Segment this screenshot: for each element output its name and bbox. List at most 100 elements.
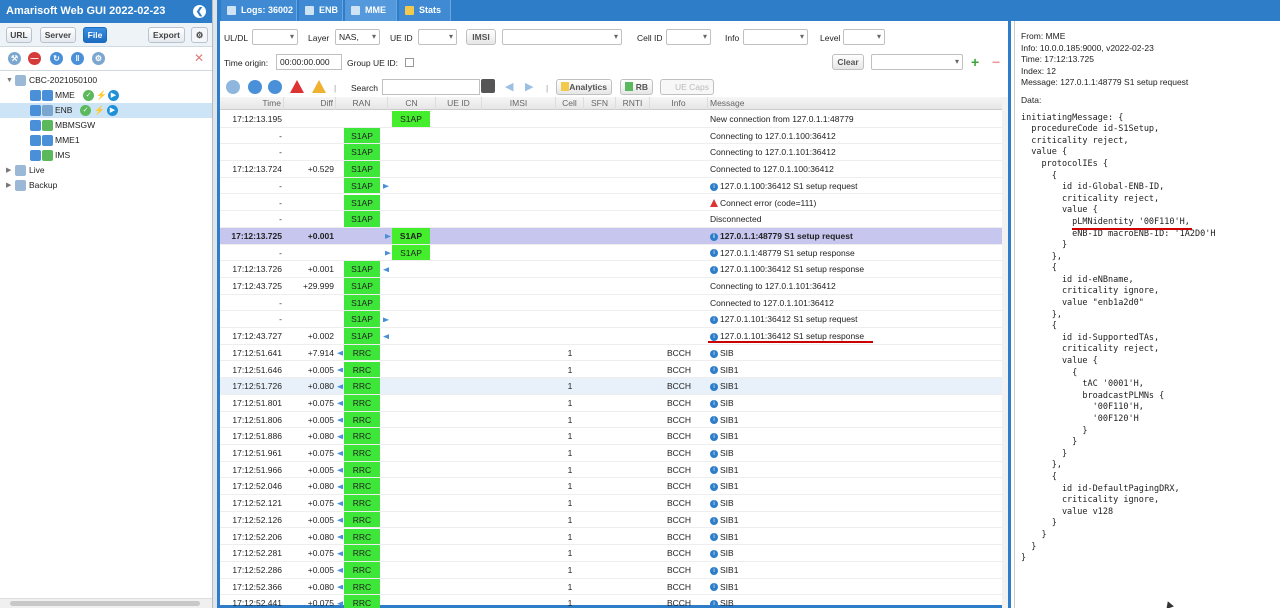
table-row[interactable]: - S1AP i 127.0.1.100:36412 S1 setup request: [220, 177, 1002, 195]
uecaps-button[interactable]: UE Caps: [660, 79, 714, 95]
tree-node-backup[interactable]: ▶ Backup: [0, 178, 212, 193]
stop-icon[interactable]: —: [28, 52, 41, 65]
table-row[interactable]: - S1AP Connect error (code=111): [220, 194, 1002, 212]
collapse-panel-icon[interactable]: ❮: [193, 5, 206, 18]
table-row[interactable]: 17:12:52.441 +0.075 1 BCCH RRC i SIB: [220, 595, 1002, 608]
table-row[interactable]: 17:12:51.966 +0.005 1 BCCH RRC i SIB1: [220, 461, 1002, 479]
table-row[interactable]: - S1AP Connecting to 127.0.1.101:36412: [220, 144, 1002, 162]
pause-icon[interactable]: ‖: [71, 52, 84, 65]
table-row[interactable]: 17:12:51.801 +0.075 1 BCCH RRC i SIB: [220, 394, 1002, 412]
col-diff[interactable]: Diff: [284, 97, 336, 110]
imsi-select[interactable]: [502, 29, 622, 45]
binoculars-icon[interactable]: [481, 79, 495, 93]
prev-match-icon[interactable]: ◀: [505, 80, 513, 93]
uldl-select[interactable]: [252, 29, 298, 45]
error-icon[interactable]: [290, 80, 304, 93]
play-icon[interactable]: ▶: [107, 105, 118, 116]
table-row[interactable]: 17:12:51.961 +0.075 1 BCCH RRC i SIB: [220, 445, 1002, 462]
tree-node-mbmsgw[interactable]: MBMSGW: [0, 118, 212, 133]
expand-down-icon[interactable]: ▼: [6, 73, 13, 88]
info-select[interactable]: [743, 29, 808, 45]
table-row[interactable]: - S1AP Disconnected: [220, 211, 1002, 228]
tree-node-live[interactable]: ▶ Live: [0, 163, 212, 178]
col-cn[interactable]: CN: [388, 97, 436, 110]
table-row[interactable]: 17:12:51.726 +0.080 1 BCCH RRC i SIB1: [220, 378, 1002, 395]
table-row[interactable]: 17:12:52.121 +0.075 1 BCCH RRC i SIB: [220, 495, 1002, 512]
col-time[interactable]: Time: [220, 97, 284, 110]
warning-icon[interactable]: [312, 80, 326, 93]
table-row[interactable]: 17:12:43.727 +0.002 S1AP i 127.0.1.101:36412…: [220, 328, 1002, 345]
clock-icon[interactable]: [226, 80, 240, 94]
table-row[interactable]: 17:12:51.806 +0.005 1 BCCH RRC i SIB1: [220, 411, 1002, 429]
server-button[interactable]: Server: [40, 27, 76, 43]
analytics-button[interactable]: Analytics: [556, 79, 612, 95]
expand-right-icon[interactable]: ▶: [6, 163, 11, 178]
export-button[interactable]: Export: [148, 27, 185, 43]
reload-icon[interactable]: ↻: [50, 52, 63, 65]
clear-button[interactable]: Clear: [832, 54, 864, 70]
tree-node-ims[interactable]: IMS: [0, 148, 212, 163]
table-row[interactable]: 17:12:43.725 +29.999 S1AP Connecting to 127…: [220, 278, 1002, 295]
arrow-right-icon[interactable]: [268, 80, 282, 94]
play-icon[interactable]: ▶: [108, 90, 119, 101]
table-row[interactable]: 17:12:13.726 +0.001 S1AP i 127.0.1.100:36412…: [220, 261, 1002, 278]
file-button[interactable]: File: [83, 27, 107, 43]
col-imsi[interactable]: IMSI: [482, 97, 556, 110]
col-cell[interactable]: Cell: [556, 97, 584, 110]
table-row[interactable]: 17:12:52.046 +0.080 1 BCCH RRC i SIB1: [220, 478, 1002, 496]
settings-icon[interactable]: ⚙: [92, 52, 105, 65]
expand-right-icon[interactable]: ▶: [6, 178, 11, 193]
tree-node-root[interactable]: ▼ CBC-2021050100: [0, 73, 212, 88]
tab-mme[interactable]: MME: [345, 0, 397, 21]
table-row[interactable]: - S1AP Connected to 127.0.1.101:36412: [220, 294, 1002, 312]
time-origin-input[interactable]: 00:00:00.000: [276, 54, 342, 70]
ueid-select[interactable]: [418, 29, 457, 45]
table-row[interactable]: 17:12:52.366 +0.080 1 BCCH RRC i SIB1: [220, 578, 1002, 596]
table-row[interactable]: 17:12:13.724 +0.529 S1AP Connected to 127.0…: [220, 161, 1002, 178]
add-icon[interactable]: +: [971, 54, 979, 70]
table-vertical-scrollbar[interactable]: [1002, 97, 1008, 608]
tree-node-mme[interactable]: MME ✓ ⚡ ▶: [0, 88, 212, 103]
rb-button[interactable]: RB: [620, 79, 653, 95]
tree-node-mme1[interactable]: MME1: [0, 133, 212, 148]
table-row[interactable]: - S1AP i 127.0.1.1:48779 S1 setup response: [220, 244, 1002, 262]
tab-logs[interactable]: Logs: 36002: [221, 0, 297, 21]
group-ueid-checkbox[interactable]: [405, 58, 414, 67]
table-row[interactable]: 17:12:52.286 +0.005 1 BCCH RRC i SIB1: [220, 561, 1002, 579]
close-icon[interactable]: ✕: [194, 51, 204, 65]
imsi-button[interactable]: IMSI: [466, 29, 496, 45]
table-row[interactable]: 17:12:51.641 +7.914 1 BCCH RRC i SIB: [220, 344, 1002, 362]
remove-icon[interactable]: −: [992, 54, 1000, 70]
url-button[interactable]: URL: [6, 27, 32, 43]
col-ran[interactable]: RAN: [336, 97, 388, 110]
tree-node-enb[interactable]: ENB ✓ ⚡ ▶: [0, 103, 212, 118]
level-select[interactable]: [843, 29, 885, 45]
layer-select[interactable]: NAS,: [335, 29, 380, 45]
tab-enb[interactable]: ENB: [299, 0, 343, 21]
col-info[interactable]: Info: [650, 97, 708, 110]
table-row[interactable]: 17:12:51.886 +0.080 1 BCCH RRC i SIB1: [220, 428, 1002, 445]
left-horizontal-scrollbar[interactable]: [0, 598, 212, 608]
bolt-icon: ⚡: [96, 90, 107, 100]
scrollbar-thumb[interactable]: [10, 601, 200, 606]
tab-stats[interactable]: Stats: [399, 0, 451, 21]
table-row[interactable]: 17:12:52.126 +0.005 1 BCCH RRC i SIB1: [220, 511, 1002, 529]
export-settings-icon[interactable]: ⚙: [191, 27, 208, 43]
table-row[interactable]: 17:12:13.725 +0.001 S1AP i 127.0.1.1:48779 S…: [220, 227, 1002, 245]
filter-preset-select[interactable]: [871, 54, 963, 70]
col-message[interactable]: Message: [708, 97, 1002, 110]
table-row[interactable]: - S1AP Connecting to 127.0.1.100:36412: [220, 127, 1002, 145]
tools-icon[interactable]: ⚒: [8, 52, 21, 65]
col-sfn[interactable]: SFN: [584, 97, 616, 110]
arrow-left-icon[interactable]: [248, 80, 262, 94]
table-row[interactable]: - S1AP i 127.0.1.101:36412 S1 setup request: [220, 311, 1002, 329]
table-row[interactable]: 17:12:52.281 +0.075 1 BCCH RRC i SIB: [220, 545, 1002, 562]
search-input[interactable]: [382, 79, 480, 95]
next-match-icon[interactable]: ▶: [525, 80, 533, 93]
col-rnti[interactable]: RNTI: [616, 97, 650, 110]
cellid-select[interactable]: [666, 29, 711, 45]
table-row[interactable]: 17:12:51.646 +0.005 1 BCCH RRC i SIB1: [220, 361, 1002, 379]
table-row[interactable]: 17:12:52.206 +0.080 1 BCCH RRC i SIB1: [220, 528, 1002, 546]
table-row[interactable]: 17:12:13.195 S1AP New connection from 127.…: [220, 111, 1002, 128]
col-ueid[interactable]: UE ID: [436, 97, 482, 110]
